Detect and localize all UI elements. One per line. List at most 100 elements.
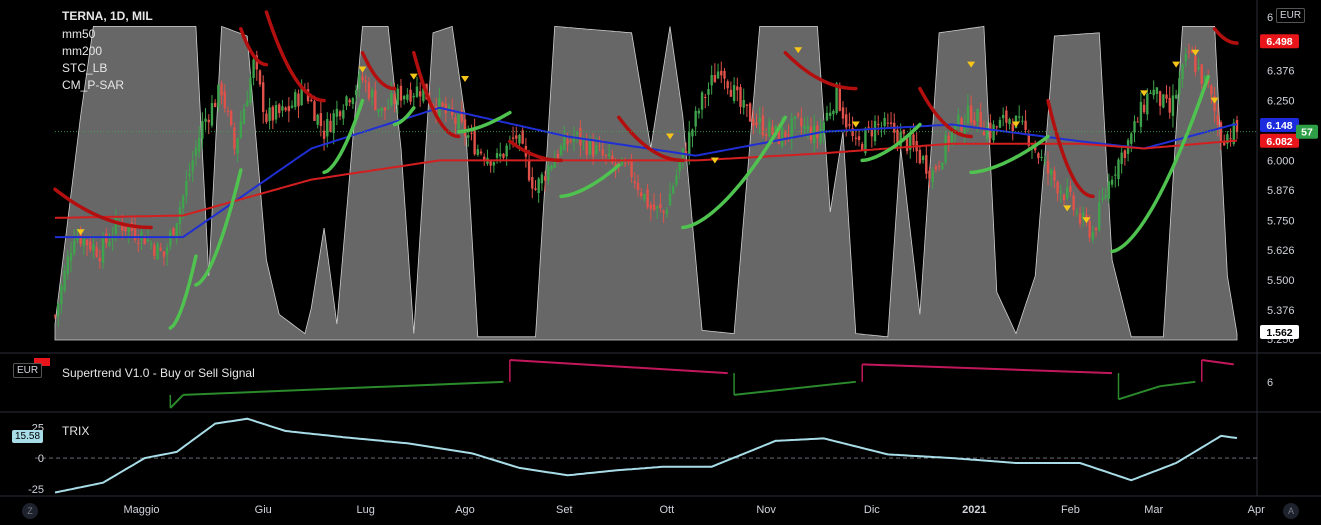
candle-body <box>1107 181 1111 199</box>
candle-body <box>124 226 127 232</box>
candle-body <box>700 92 704 110</box>
candle-body <box>159 247 162 251</box>
signal-marker <box>461 76 470 83</box>
candle-body <box>1114 174 1117 176</box>
supertrend-line <box>169 394 184 409</box>
supertrend-line <box>862 363 1113 375</box>
candle-body <box>966 105 970 124</box>
candle-body <box>531 176 534 189</box>
candle-body <box>1187 51 1191 53</box>
candle-body <box>748 103 752 122</box>
candle-body <box>210 103 214 126</box>
candle-body <box>697 110 701 114</box>
currency-label[interactable]: EUR <box>1276 8 1306 23</box>
candle-body <box>630 160 633 177</box>
supertrend-currency[interactable]: EUR <box>13 363 43 378</box>
candle-body <box>838 86 841 111</box>
candle-body <box>351 98 355 105</box>
candle-body <box>1094 228 1098 230</box>
supertrend-line <box>733 380 856 396</box>
candle-body <box>969 105 973 123</box>
candle-body <box>1043 159 1047 161</box>
candle-body <box>559 145 563 155</box>
candle-body <box>617 162 620 164</box>
candle-body <box>137 243 140 245</box>
candle-body <box>575 132 579 135</box>
candle-body <box>806 125 809 130</box>
candle-body <box>511 137 515 139</box>
legend-psar[interactable]: CM_P-SAR <box>62 78 124 92</box>
candle-body <box>672 186 675 194</box>
candle-body <box>607 153 611 157</box>
legend-mm200[interactable]: mm200 <box>62 44 102 58</box>
candle-body <box>832 110 835 115</box>
candle-body <box>736 86 739 91</box>
candle-body <box>867 126 870 128</box>
candle-body <box>1078 213 1082 224</box>
candle-body <box>1021 120 1024 122</box>
candle-body <box>1005 110 1008 123</box>
candle-body <box>329 120 332 132</box>
candle-body <box>268 107 271 122</box>
candle-body <box>162 251 166 257</box>
candle-body <box>1017 116 1021 118</box>
candle-body <box>649 205 653 209</box>
sar-tag-text: 6.498 <box>1266 36 1292 48</box>
supertrend-title[interactable]: Supertrend V1.0 - Buy or Sell Signal <box>62 366 255 380</box>
candle-body <box>169 231 172 246</box>
candle-body <box>1146 93 1149 115</box>
chart-canvas[interactable]: 6.376 6.250 6.000 5.876 5.750 5.626 5.500 5.376… <box>0 0 1321 525</box>
candle-body <box>297 93 300 107</box>
candle-body <box>1098 202 1101 231</box>
candle-body <box>793 116 797 119</box>
candle-body <box>418 91 422 97</box>
candle-body <box>153 244 156 257</box>
signal-marker <box>1172 61 1181 68</box>
auto-scale-button[interactable]: A <box>1283 503 1299 519</box>
candle-body <box>870 129 874 137</box>
candle-body <box>332 113 335 133</box>
candle-body <box>889 122 893 125</box>
candle-body <box>361 76 364 80</box>
candle-body <box>63 270 66 291</box>
candle-body <box>1075 212 1079 214</box>
legend-mm50[interactable]: mm50 <box>62 27 95 41</box>
candle-body <box>550 165 553 170</box>
candle-body <box>726 81 729 89</box>
candle-body <box>53 315 57 317</box>
candle-body <box>406 94 409 100</box>
candle-body <box>396 88 399 105</box>
candle-body <box>1229 138 1232 140</box>
candle-body <box>322 130 326 139</box>
time-axis-label: Lug <box>357 504 375 516</box>
candle-body <box>588 138 592 155</box>
candle-body <box>470 132 473 134</box>
candle-body <box>294 92 297 108</box>
candle-body <box>569 140 572 142</box>
candle-body <box>745 104 749 106</box>
trix-title[interactable]: TRIX <box>62 424 89 438</box>
candle-body <box>873 120 877 142</box>
zoom-button[interactable]: Z <box>22 503 38 519</box>
candle-body <box>492 162 496 166</box>
candle-body <box>598 145 601 147</box>
candle-body <box>92 244 95 251</box>
time-axis-label: Set <box>556 504 573 516</box>
candle-body <box>579 127 582 146</box>
candle-body <box>287 106 291 112</box>
candle-body <box>181 195 185 209</box>
candle-body <box>412 95 415 98</box>
candle-body <box>976 108 979 122</box>
candle-body <box>89 241 92 250</box>
candle-body <box>636 182 640 190</box>
candle-body <box>941 162 944 170</box>
legend-stc[interactable]: STC_LB <box>62 61 107 75</box>
candle-body <box>547 165 550 181</box>
candle-body <box>367 82 371 99</box>
candle-body <box>271 106 275 121</box>
time-axis-label: Feb <box>1061 504 1080 516</box>
candle-body <box>886 122 890 124</box>
candle-body <box>213 102 217 108</box>
candle-body <box>1011 123 1014 132</box>
candle-body <box>601 149 604 156</box>
